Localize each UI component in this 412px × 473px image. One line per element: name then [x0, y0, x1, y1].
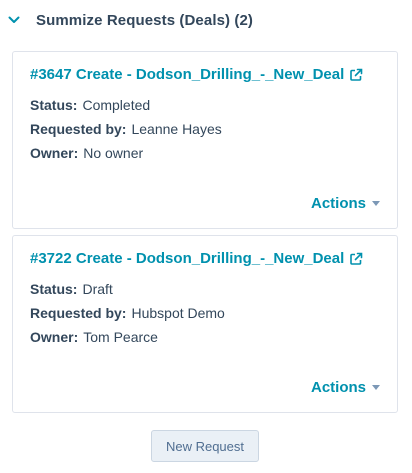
status-label: Status:	[30, 97, 78, 113]
status-row: Status: Draft	[30, 281, 113, 297]
request-card: #3722 Create - Dodson_Drilling_-_New_Dea…	[12, 235, 398, 413]
external-link-icon[interactable]	[349, 252, 363, 266]
owner-label: Owner:	[30, 145, 79, 161]
actions-dropdown[interactable]: Actions	[311, 379, 380, 396]
chevron-down-icon[interactable]	[6, 12, 22, 28]
section-header-toggle[interactable]: Summize Requests (Deals) (2)	[6, 8, 253, 32]
request-title[interactable]: #3647 Create - Dodson_Drilling_-_New_Dea…	[30, 66, 344, 83]
request-title[interactable]: #3722 Create - Dodson_Drilling_-_New_Dea…	[30, 250, 344, 267]
owner-value: Tom Pearce	[83, 329, 158, 345]
owner-row: Owner: Tom Pearce	[30, 329, 158, 345]
requested-by-value: Hubspot Demo	[131, 305, 225, 321]
request-link[interactable]: #3647 Create - Dodson_Drilling_-_New_Dea…	[30, 66, 363, 83]
request-card: #3647 Create - Dodson_Drilling_-_New_Dea…	[12, 51, 398, 229]
external-link-icon[interactable]	[349, 68, 363, 82]
requested-by-row: Requested by: Leanne Hayes	[30, 121, 222, 137]
status-row: Status: Completed	[30, 97, 150, 113]
actions-label[interactable]: Actions	[311, 379, 366, 396]
actions-dropdown[interactable]: Actions	[311, 195, 380, 212]
requested-by-row: Requested by: Hubspot Demo	[30, 305, 225, 321]
owner-row: Owner: No owner	[30, 145, 143, 161]
caret-down-icon[interactable]	[372, 385, 380, 390]
caret-down-icon[interactable]	[372, 201, 380, 206]
request-link[interactable]: #3722 Create - Dodson_Drilling_-_New_Dea…	[30, 250, 363, 267]
status-value: Completed	[82, 97, 151, 113]
requested-by-label: Requested by:	[30, 305, 127, 321]
requested-by-label: Requested by:	[30, 121, 127, 137]
new-request-button[interactable]: New Request	[151, 430, 259, 462]
owner-label: Owner:	[30, 329, 79, 345]
status-value: Draft	[82, 281, 113, 297]
actions-label[interactable]: Actions	[311, 195, 366, 212]
owner-value: No owner	[83, 145, 144, 161]
requested-by-value: Leanne Hayes	[131, 121, 222, 137]
section-title: Summize Requests (Deals) (2)	[36, 11, 254, 29]
status-label: Status:	[30, 281, 78, 297]
